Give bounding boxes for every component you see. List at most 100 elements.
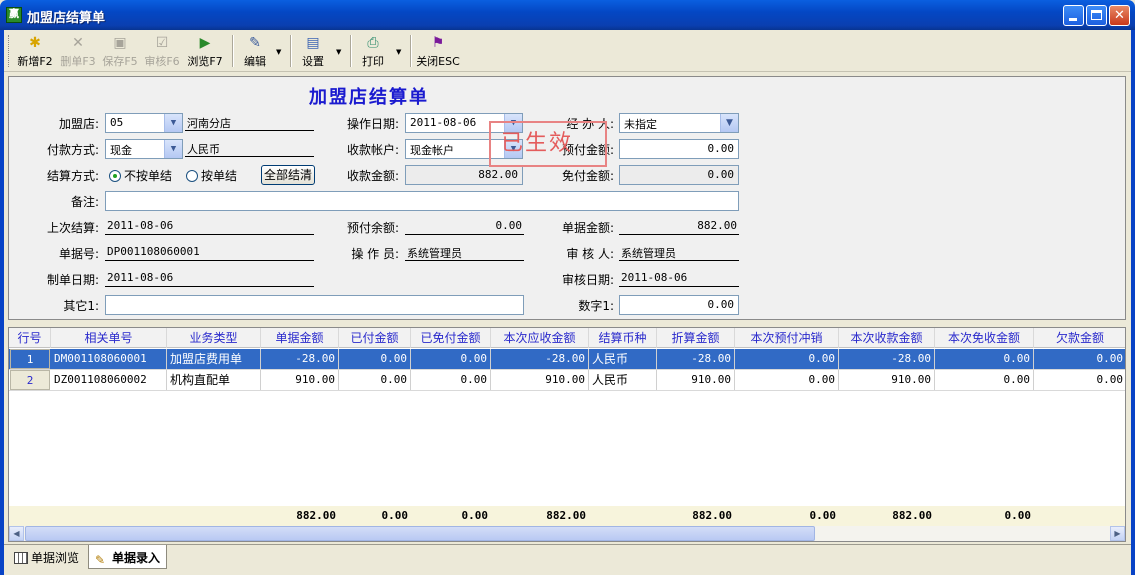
grid-header: 行号 相关单号 业务类型 单据金额 已付金额 已免付金额 本次应收金额 结算币种… [9,328,1125,348]
receipt-amount-field: 882.00 [405,165,523,185]
store-label: 加盟店: [58,117,99,131]
settings-dropdown-arrow-icon[interactable]: ▼ [336,48,341,56]
totals-row: 882.00 0.00 0.00 882.00 882.00 0.00 882.… [9,506,1125,526]
other-input[interactable] [105,295,524,315]
total-exempt-receipt: 0.00 [1004,509,1032,522]
total-doc-amount: 882.00 [296,509,336,522]
save-button[interactable]: ▣ 保存F5 [100,33,140,69]
store-code-combo[interactable]: 05 ▼ [105,113,183,133]
operator-label: 操 作 员: [351,247,399,261]
delete-button[interactable]: ✕ 删单F3 [58,33,98,69]
toolbar-grip[interactable] [8,35,11,67]
browse-button[interactable]: ▶ 浏览F7 [184,33,226,69]
toolbar: ✱ 新增F2 ✕ 删单F3 ▣ 保存F5 ☑ 审核F6 ▶ 浏览F7 ✎ 编辑 … [4,30,1131,72]
total-paid: 0.00 [381,509,409,522]
close-icon: ✕ [1114,8,1125,23]
column-header[interactable]: 本次应收金额 [491,328,589,348]
auditor-value: 系统管理员 [619,243,739,261]
toolbar-separator [410,35,412,67]
column-header[interactable]: 行号 [9,328,51,348]
edit-dropdown-arrow-icon[interactable]: ▼ [276,48,281,56]
title-bar: 赢 加盟店结算单 ✕ [0,0,1135,30]
grid-icon [14,552,28,564]
doc-amount-label: 单据金额: [561,221,614,235]
column-header[interactable]: 相关单号 [51,328,167,348]
audit-icon: ☑ [155,35,169,51]
horizontal-scrollbar[interactable]: ◀ ▶ [9,526,1125,541]
tab-entry[interactable]: ✎ 单据录入 [88,545,168,569]
doc-no-value: DP001108060001 [105,243,314,261]
maximize-button[interactable] [1086,5,1107,26]
pencil-icon: ✎ [95,553,106,567]
minimize-button[interactable] [1063,5,1084,26]
close-esc-button[interactable]: ⚑ 关闭ESC [414,33,462,69]
prepay-amount-input[interactable]: 0.00 [619,139,739,159]
exempt-amount-label: 免付金额: [561,169,614,183]
settle-method-label: 结算方式: [46,169,99,183]
close-button[interactable]: ✕ [1109,5,1130,26]
settings-icon: ▤ [306,35,320,51]
scroll-thumb[interactable] [25,526,815,541]
audit-date-value: 2011-08-06 [619,269,739,287]
column-header[interactable]: 本次预付冲销 [735,328,839,348]
column-header[interactable]: 已付金额 [339,328,411,348]
column-header[interactable]: 欠款金额 [1034,328,1125,348]
exempt-amount-field: 0.00 [619,165,739,185]
table-row[interactable]: 2 DZ001108060002 机构直配单 910.00 0.00 0.00 … [9,370,1125,391]
made-date-value: 2011-08-06 [105,269,314,287]
column-header[interactable]: 本次免收金额 [935,328,1034,348]
chevron-down-icon[interactable]: ▼ [720,114,738,132]
table-row[interactable]: 1 DM001108060001 加盟店费用单 -28.00 0.00 0.00… [9,349,1125,370]
pay-method-label: 付款方式: [46,143,99,157]
toolbar-separator [232,35,234,67]
new-button[interactable]: ✱ 新增F2 [14,33,56,69]
total-receivable: 882.00 [546,509,586,522]
total-prepay-offset: 0.00 [809,509,837,522]
number1-input[interactable]: 0.00 [619,295,739,315]
account-label: 收款帐户: [346,143,399,157]
total-converted: 882.00 [692,509,732,522]
chevron-down-icon[interactable]: ▼ [164,140,182,158]
print-dropdown-arrow-icon[interactable]: ▼ [396,48,401,56]
delete-icon: ✕ [72,35,84,51]
column-header[interactable]: 折算金额 [657,328,735,348]
bottom-tab-bar: 单据浏览 ✎ 单据录入 [4,544,1131,571]
doc-no-label: 单据号: [58,247,99,261]
print-button[interactable]: ⎙ 打印 [356,33,390,69]
toolbar-separator [290,35,292,67]
auditor-label: 审 核 人: [566,247,614,261]
settle-all-button[interactable]: 全部结清 [261,165,315,185]
column-header[interactable]: 结算币种 [589,328,657,348]
header-form: 加盟店结算单 加盟店: 05 ▼ 河南分店 付款方式: 现金 ▼ 人民币 结算方… [8,76,1126,320]
form-title: 加盟店结算单 [309,87,429,108]
column-header[interactable]: 本次收款金额 [839,328,935,348]
edit-icon: ✎ [249,35,261,51]
close-door-icon: ⚑ [431,35,445,51]
column-header[interactable]: 业务类型 [167,328,261,348]
edit-button[interactable]: ✎ 编辑 [238,33,272,69]
scroll-left-icon[interactable]: ◀ [9,526,24,541]
settle-option-not-by-doc[interactable]: 不按单结 [109,167,172,184]
last-settle-label: 上次结算: [46,221,99,235]
audit-button[interactable]: ☑ 审核F6 [142,33,182,69]
operator-value: 系统管理员 [405,243,524,261]
maximize-icon [1091,10,1102,20]
note-input[interactable] [105,191,739,211]
column-header[interactable]: 已免付金额 [411,328,491,348]
prepay-balance-value: 0.00 [405,217,524,235]
currency: 人民币 [185,139,314,157]
minimize-icon [1069,18,1077,21]
tab-browse[interactable]: 单据浏览 [8,545,85,569]
settle-option-by-doc[interactable]: 按单结 [186,167,237,184]
column-header[interactable]: 单据金额 [261,328,339,348]
scroll-right-icon[interactable]: ▶ [1110,526,1125,541]
chevron-down-icon[interactable]: ▼ [164,114,182,132]
new-doc-icon: ✱ [29,35,41,51]
handler-combo[interactable]: 未指定 ▼ [619,113,739,133]
settings-button[interactable]: ▤ 设置 [296,33,330,69]
pay-method-combo[interactable]: 现金 ▼ [105,139,183,159]
save-icon: ▣ [113,35,127,51]
window-frame-left [0,30,4,575]
other-label: 其它1: [63,299,99,313]
total-receipt: 882.00 [892,509,932,522]
